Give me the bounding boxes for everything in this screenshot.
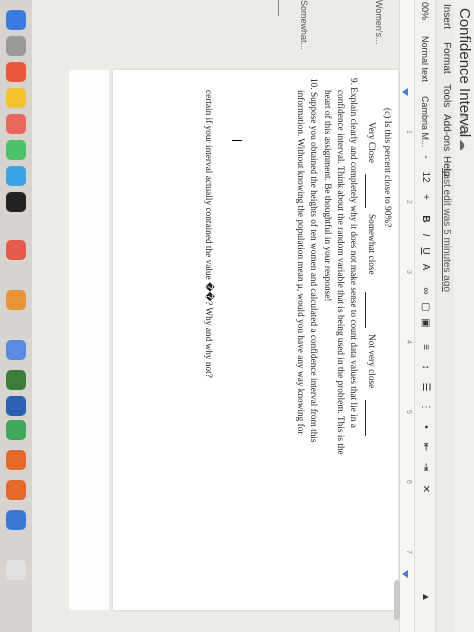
app-icon[interactable] (6, 240, 26, 260)
blank-line[interactable] (365, 174, 366, 208)
style-select[interactable]: Normal text (420, 36, 430, 82)
font-size-input[interactable]: 12 (418, 170, 432, 184)
star-icon[interactable]: ☆ ▭ ☁ (457, 110, 471, 151)
menu-tools[interactable]: Tools (441, 84, 452, 107)
question-10-line: 10. Suppose you obtained the heights of … (308, 78, 318, 443)
menu-insert[interactable]: Insert (441, 4, 452, 29)
option-somewhat-close: Somewhat close (366, 214, 376, 275)
mail-icon[interactable] (6, 166, 26, 186)
font-size-decrease-button[interactable]: - (418, 150, 432, 164)
question-c: (c) Is this percent close to 90%? (382, 108, 392, 228)
app-icon[interactable] (6, 450, 26, 470)
menu-format[interactable]: Format (441, 42, 452, 74)
underline-button[interactable]: U (418, 244, 432, 258)
rotated-screenshot: Confidence Interval ☆ ▭ ☁ Insert Format … (0, 0, 474, 632)
question-9-line: heart of this assignment. Be thoughtful … (322, 90, 332, 302)
notes-icon[interactable] (6, 88, 26, 108)
ruler-tick: 3 (405, 270, 412, 274)
font-size-increase-button[interactable]: + (418, 190, 432, 204)
horizontal-scrollbar[interactable] (394, 580, 400, 620)
photos-icon[interactable] (6, 114, 26, 134)
ruler-tick: 4 (405, 340, 412, 344)
app-icon[interactable] (6, 510, 26, 530)
collapse-icon[interactable]: ▲ (418, 590, 432, 604)
outline-item[interactable]: Women's... (374, 0, 384, 45)
question-9-line: confidence interval. Think about the ran… (335, 90, 345, 455)
calendar-icon[interactable] (6, 62, 26, 82)
comment-icon[interactable]: ▢ (418, 300, 432, 314)
trash-icon[interactable] (6, 560, 26, 580)
blank-line[interactable] (365, 292, 366, 328)
title-bar: Confidence Interval ☆ ▭ ☁ (454, 0, 474, 632)
bold-button[interactable]: B (418, 212, 432, 226)
clear-format-icon[interactable]: ✕ (418, 482, 432, 496)
increase-indent-icon[interactable]: ⇥ (418, 460, 432, 474)
ruler-tick: 7 (405, 550, 412, 554)
menu-bar: Insert Format Tools Add-ons Help (438, 0, 454, 632)
text-cursor (232, 140, 242, 141)
outline-item[interactable]: Somewhat... (299, 0, 309, 50)
toolbar: 00% Normal text Cambria M... - 12 + B I … (414, 0, 436, 632)
option-not-very-close: Not very close (366, 334, 376, 389)
finder-icon[interactable] (6, 10, 26, 30)
chrome-icon[interactable] (6, 420, 26, 440)
excel-icon[interactable] (6, 370, 26, 390)
dock (0, 0, 32, 632)
document-page[interactable]: (c) Is this percent close to 90%? Very C… (113, 70, 398, 610)
decrease-indent-icon[interactable]: ⇤ (418, 440, 432, 454)
music-icon[interactable] (6, 192, 26, 212)
text-color-button[interactable]: A (418, 260, 432, 274)
blank-line[interactable] (365, 400, 366, 436)
menu-addons[interactable]: Add-ons (441, 114, 452, 151)
facetime-icon[interactable] (6, 140, 26, 160)
zoom-select[interactable]: 00% (420, 2, 430, 20)
image-icon[interactable]: ▣ (418, 316, 432, 330)
page-gap (69, 70, 109, 610)
ruler-tick: 6 (405, 480, 412, 484)
italic-button[interactable]: I (418, 228, 432, 242)
line-spacing-icon[interactable]: ↕ (418, 360, 432, 374)
link-icon[interactable]: ∞ (418, 284, 432, 298)
ruler-tick: 5 (405, 410, 412, 414)
launchpad-icon[interactable] (6, 36, 26, 56)
last-edit-link[interactable]: Last edit was 5 minutes ago (441, 168, 452, 292)
question-9-line: 9. Explain clearly and completely why it… (348, 78, 358, 428)
checklist-icon[interactable]: ☰ (418, 380, 432, 394)
app-icon[interactable] (6, 340, 26, 360)
option-very-close: Very Close (366, 122, 376, 164)
font-select[interactable]: Cambria M... (420, 96, 430, 148)
align-icon[interactable]: ≡ (418, 340, 432, 354)
bulleted-list-icon[interactable]: • (418, 420, 432, 434)
word-icon[interactable] (6, 396, 26, 416)
ruler-tick: 2 (405, 200, 412, 204)
numbered-list-icon[interactable]: ⋮ (418, 400, 432, 414)
app-icon[interactable] (6, 480, 26, 500)
question-10-line: certain if your interval actually contai… (203, 90, 213, 378)
outline-divider (278, 0, 279, 16)
app-icon[interactable] (6, 290, 26, 310)
question-10-line: information. Without knowing the populat… (295, 90, 305, 435)
ruler-tick: 1 (405, 130, 412, 134)
